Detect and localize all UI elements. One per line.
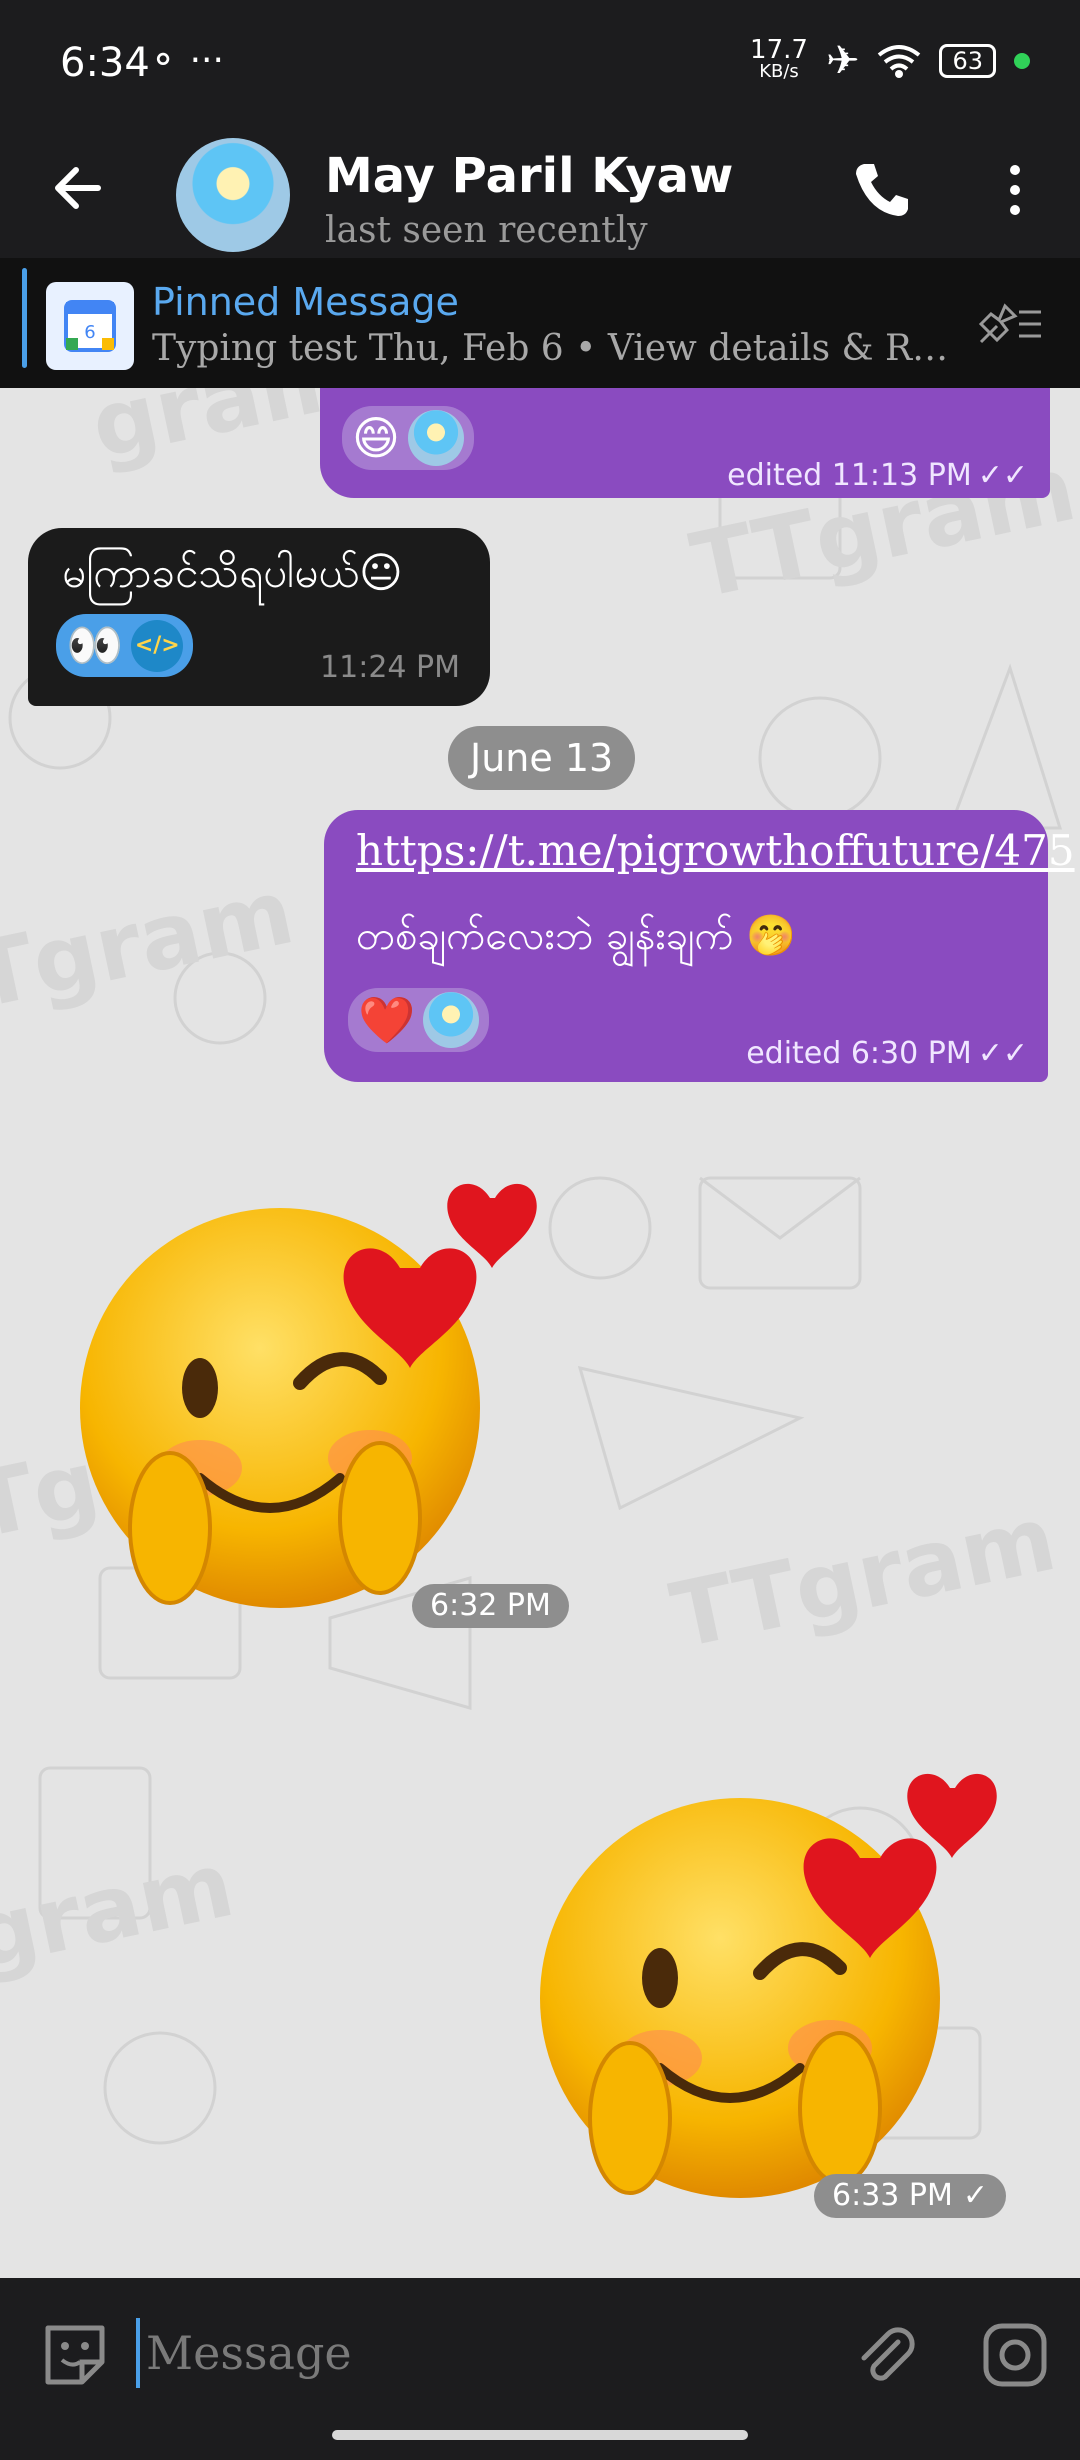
back-arrow-icon[interactable] <box>48 158 108 218</box>
message-text: တစ်ချက်လေးဘဲ ချွန်းချက် 🤭 <box>356 913 797 959</box>
check-icon: ✓ <box>962 2178 989 2213</box>
reaction-avatar <box>407 410 464 466</box>
double-check-icon: ✓✓ <box>977 1036 1028 1071</box>
reaction-chip[interactable]: 👀 </> <box>56 614 194 677</box>
incoming-message[interactable]: မကြာခင်သိရပါမယ်😐 👀 </> 11:24 PM <box>28 528 490 706</box>
smiling-face-hearts-sticker[interactable] <box>530 1768 1010 2208</box>
home-indicator <box>332 2430 748 2440</box>
phone-icon[interactable] <box>850 158 914 222</box>
message-link[interactable]: https://t.me/pigrowthoffuture/475 <box>356 826 1075 875</box>
pinned-text: Typing test Thu, Feb 6 • View details & … <box>152 328 962 369</box>
message-composer: Message <box>0 2278 1080 2460</box>
outgoing-message[interactable]: https://t.me/pigrowthoffuture/475 တစ်ချက… <box>324 810 1075 1082</box>
status-bar: 6:34 ⚬ ··· 17.7 KB/s ✈ 63 <box>0 0 1080 128</box>
svg-text:Tgram: Tgram <box>0 859 302 1029</box>
reaction-emoji: 👀 <box>66 618 124 672</box>
sticker-icon[interactable] <box>38 2318 112 2392</box>
code-avatar-icon: </> <box>131 619 184 672</box>
message-meta: edited 11:13 PM ✓✓ <box>727 458 1028 493</box>
message-meta: edited 6:30 PM ✓✓ <box>746 1036 1028 1071</box>
message-input[interactable]: Message <box>136 2318 846 2388</box>
pinned-message-bar[interactable]: 6 Pinned Message Typing test Thu, Feb 6 … <box>0 258 1080 388</box>
reaction-emoji: ❤️ <box>358 992 416 1047</box>
pinned-list-icon[interactable] <box>975 298 1045 348</box>
privacy-dot <box>1014 53 1030 69</box>
contact-name[interactable]: May Paril Kyaw <box>325 148 733 204</box>
svg-text:TTgram: TTgram <box>663 1486 1065 1669</box>
status-right: 17.7 KB/s ✈ 63 <box>750 35 1030 84</box>
pinned-indicator <box>22 268 27 368</box>
double-check-icon: ✓✓ <box>977 458 1028 493</box>
network-speed: 17.7 KB/s <box>750 35 808 82</box>
attach-icon[interactable] <box>850 2320 920 2390</box>
status-indicators: ⚬ ··· <box>148 40 224 81</box>
sticker-time: 6:33 PM ✓ <box>814 2174 1007 2218</box>
date-separator: June 13 <box>448 726 636 790</box>
battery-indicator: 63 <box>939 44 996 78</box>
reaction-chip[interactable]: 😄 <box>342 406 474 470</box>
reaction-avatar <box>423 992 480 1048</box>
outgoing-message[interactable]: 😄 edited 11:13 PM ✓✓ <box>320 388 1050 498</box>
chat-header: May Paril Kyaw last seen recently <box>0 128 1080 258</box>
status-time: 6:34 <box>60 40 150 86</box>
svg-text:6: 6 <box>84 322 95 343</box>
wifi-icon <box>878 45 921 78</box>
message-text: မကြာခင်သိရပါမယ်😐 <box>62 548 403 597</box>
pinned-title: Pinned Message <box>152 280 459 324</box>
chat-area[interactable]: gram TTgram Tgram TTgram Tgr gram 😄 edit… <box>0 388 1080 2278</box>
svg-text:gram: gram <box>0 1832 242 1989</box>
contact-status: last seen recently <box>325 210 648 251</box>
calendar-icon: 6 <box>46 282 134 370</box>
smiling-face-hearts-sticker[interactable] <box>70 1178 550 1618</box>
airplane-icon: ✈ <box>825 38 860 84</box>
sticker-time: 6:32 PM <box>412 1584 569 1628</box>
more-options-icon[interactable] <box>1000 158 1030 222</box>
reaction-emoji: 😄 <box>352 411 400 465</box>
camera-icon[interactable] <box>980 2320 1050 2390</box>
message-meta: 11:24 PM <box>320 650 460 685</box>
reaction-chip[interactable]: ❤️ <box>348 988 490 1052</box>
avatar[interactable] <box>176 138 290 252</box>
